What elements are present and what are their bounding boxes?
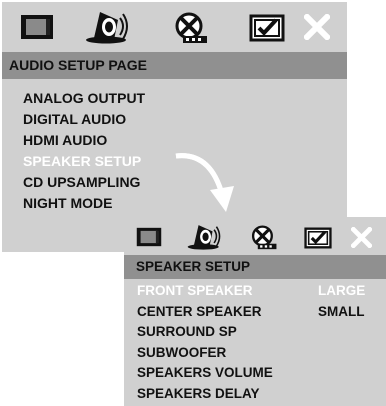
preference-icon[interactable]: [249, 14, 285, 42]
menu-item-surround-sp[interactable]: SURROUND SP: [137, 324, 237, 339]
menu-item-front-speaker[interactable]: FRONT SPEAKER: [137, 283, 253, 298]
audio-setup-icon[interactable]: [186, 222, 222, 250]
preference-icon[interactable]: [304, 227, 332, 249]
general-setup-icon[interactable]: [20, 14, 54, 40]
front-speaker-value: LARGE: [318, 283, 366, 298]
video-setup-icon[interactable]: [250, 225, 278, 250]
speaker-setup-menu-panel: SPEAKER SETUP FRONT SPEAKER LARGE CENTER…: [124, 217, 386, 406]
menu-item-hdmi-audio[interactable]: HDMI AUDIO: [23, 132, 107, 148]
menu-item-night-mode[interactable]: NIGHT MODE: [23, 195, 112, 211]
exit-icon[interactable]: [304, 14, 330, 40]
exit-icon[interactable]: [351, 227, 372, 248]
menu-item-speaker-setup[interactable]: SPEAKER SETUP: [23, 153, 141, 169]
section-title-bar: AUDIO SETUP PAGE: [2, 52, 347, 79]
video-setup-icon[interactable]: [173, 12, 209, 44]
menu-item-digital-audio[interactable]: DIGITAL AUDIO: [23, 111, 126, 127]
menu-item-speakers-delay[interactable]: SPEAKERS DELAY: [137, 386, 260, 401]
general-setup-icon[interactable]: [136, 227, 162, 247]
menu-item-speakers-volume[interactable]: SPEAKERS VOLUME: [137, 365, 273, 380]
section-title-bar: SPEAKER SETUP: [124, 255, 386, 279]
center-speaker-value: SMALL: [318, 304, 365, 319]
audio-setup-icon[interactable]: [84, 8, 130, 44]
menu-item-analog-output[interactable]: ANALOG OUTPUT: [23, 90, 145, 106]
menu-item-cd-upsampling[interactable]: CD UPSAMPLING: [23, 174, 140, 190]
menu-item-center-speaker[interactable]: CENTER SPEAKER: [137, 304, 262, 319]
menu-item-subwoofer[interactable]: SUBWOOFER: [137, 345, 226, 360]
curved-arrow-icon: [175, 153, 234, 212]
